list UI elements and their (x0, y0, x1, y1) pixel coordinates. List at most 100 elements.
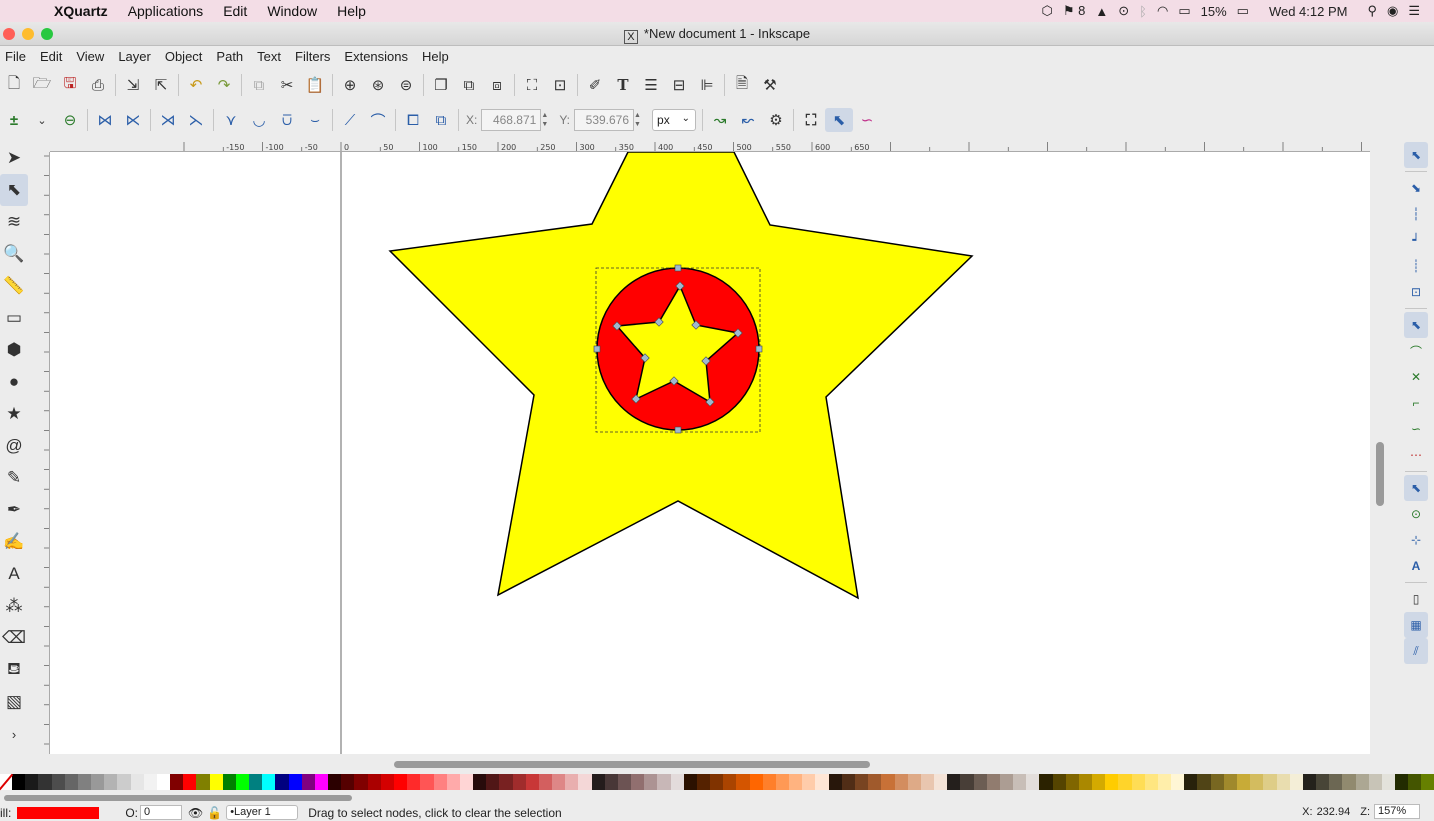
snap-cusp-nodes-icon[interactable]: ⌐ (1404, 390, 1428, 416)
palette-swatch[interactable] (578, 774, 592, 790)
circle-node[interactable] (755, 345, 763, 353)
palette-swatch[interactable] (644, 774, 658, 790)
x-stepper-icon[interactable]: ▲ ▼ (541, 111, 551, 129)
stroke-to-path-icon[interactable]: ⧉ (427, 108, 455, 132)
palette-swatch[interactable] (986, 774, 1000, 790)
palette-swatch[interactable] (775, 774, 790, 790)
palette-swatch[interactable] (841, 774, 855, 790)
layer-visibility-icon[interactable]: 👁 (188, 806, 203, 820)
palette-swatch[interactable] (552, 774, 566, 790)
zoom-tool-icon[interactable]: 🔍 (0, 238, 28, 270)
menu-file[interactable]: File (3, 49, 35, 64)
palette-swatch[interactable] (1263, 774, 1277, 790)
palette-swatch[interactable] (143, 774, 157, 790)
clock[interactable]: Wed 4:12 PM (1269, 4, 1348, 19)
document-properties-icon[interactable]: 🗎 (728, 73, 756, 97)
palette-swatch[interactable] (393, 774, 408, 790)
node-tool-icon[interactable]: ⬉ (0, 174, 28, 206)
insert-node-dropdown-icon[interactable]: ⌄ (28, 108, 56, 132)
palette-swatch[interactable] (802, 774, 816, 790)
palette-swatch[interactable] (301, 774, 315, 790)
spotlight-icon[interactable]: ⚲ (1367, 3, 1377, 19)
palette-swatch[interactable] (117, 774, 131, 790)
palette-swatch[interactable] (538, 774, 553, 790)
horizontal-scrollbar[interactable] (50, 757, 1370, 771)
menu-path[interactable]: Path (214, 49, 252, 64)
palette-swatch[interactable] (947, 774, 961, 790)
show-handles-icon[interactable]: ⬉ (825, 108, 854, 132)
y-stepper-icon[interactable]: ▲ ▼ (634, 111, 644, 129)
dropbox-icon[interactable]: ⬡ (1042, 3, 1053, 19)
ellipse-tool-icon[interactable]: ● (0, 366, 28, 398)
object-to-path-icon[interactable]: ⧠ (399, 108, 427, 132)
palette-swatch[interactable] (77, 774, 92, 790)
snap-smooth-nodes-icon[interactable]: ∽ (1404, 416, 1428, 442)
minimize-window-button[interactable] (22, 28, 34, 40)
palette-swatch[interactable] (1105, 774, 1119, 790)
unit-select[interactable]: px ⌄ (652, 109, 697, 131)
xml-editor-icon[interactable]: ✐ (581, 73, 609, 97)
palette-swatch[interactable] (631, 774, 645, 790)
siri-icon[interactable]: ◉ (1387, 3, 1398, 19)
text-font-icon[interactable]: T (609, 73, 637, 97)
palette-swatch[interactable] (710, 774, 724, 790)
palette-swatch[interactable] (973, 774, 987, 790)
snap-rotation-center-icon[interactable]: ⊹ (1404, 527, 1428, 553)
palette-swatch[interactable] (1039, 774, 1053, 790)
palette-swatch[interactable] (170, 774, 184, 790)
palette-swatch[interactable] (433, 774, 447, 790)
tweak-tool-icon[interactable]: ≋ (0, 206, 28, 238)
close-window-button[interactable] (3, 28, 15, 40)
palette-swatch[interactable] (670, 774, 684, 790)
copy-icon[interactable]: ⧉ (245, 73, 273, 97)
palette-swatch[interactable] (288, 774, 302, 790)
palette-swatch[interactable] (855, 774, 869, 790)
cusp-node-icon[interactable]: ⋎ (217, 108, 245, 132)
palette-swatch[interactable] (881, 774, 895, 790)
delete-segment-icon[interactable]: ⋋ (182, 108, 210, 132)
menu-applications[interactable]: Applications (118, 3, 214, 19)
palette-swatch[interactable] (512, 774, 526, 790)
palette-swatch[interactable] (1026, 774, 1040, 790)
vertical-scroll-thumb[interactable] (1376, 442, 1384, 506)
vertical-ruler[interactable] (32, 152, 50, 754)
palette-scroll-thumb[interactable] (4, 795, 352, 801)
palette-swatch[interactable] (341, 774, 355, 790)
print-icon[interactable]: ⎙ (84, 73, 112, 97)
3d-box-tool-icon[interactable]: ⬢ (0, 334, 28, 366)
palette-swatch[interactable] (486, 774, 500, 790)
palette-swatch[interactable] (354, 774, 368, 790)
palette-swatch[interactable] (130, 774, 144, 790)
join-nodes-icon[interactable]: ⋈ (91, 108, 119, 132)
drawing-canvas[interactable] (50, 152, 1370, 754)
palette-swatch[interactable] (235, 774, 250, 790)
notification-icon[interactable]: ⚑ 8 (1063, 3, 1086, 19)
palette-swatch[interactable] (894, 774, 908, 790)
palette-swatch[interactable] (380, 774, 394, 790)
palette-swatch[interactable] (920, 774, 935, 790)
palette-swatch[interactable] (1236, 774, 1251, 790)
palette-swatch[interactable] (473, 774, 487, 790)
creative-cloud-icon[interactable]: ⊙ (1118, 3, 1129, 19)
zoom-window-button[interactable] (41, 28, 53, 40)
palette-swatch[interactable] (1197, 774, 1211, 790)
palette-scrollbar[interactable] (0, 792, 1434, 802)
horizontal-ruler[interactable]: -150 -100 -50 0 50 100 150 200 250 300 350 400 450 50… (50, 142, 1370, 152)
palette-swatch[interactable] (960, 774, 974, 790)
palette-swatch[interactable] (565, 774, 579, 790)
palette-swatch[interactable] (262, 774, 276, 790)
palette-swatch[interactable] (696, 774, 711, 790)
palette-swatch[interactable] (1157, 774, 1172, 790)
snap-nodes-icon[interactable]: ⬉ (1404, 312, 1428, 338)
menu-help[interactable]: Help (420, 49, 458, 64)
palette-swatch[interactable] (367, 774, 381, 790)
wifi-icon[interactable]: ◠ (1157, 3, 1168, 19)
palette-swatch[interactable] (91, 774, 105, 790)
calligraphy-tool-icon[interactable]: ✍ (0, 526, 28, 558)
menu-text[interactable]: Text (255, 49, 290, 64)
palette-swatch[interactable] (104, 774, 118, 790)
snap-line-midpoints-icon[interactable]: ⋯ (1404, 442, 1428, 468)
break-path-icon[interactable]: ⋉ (119, 108, 147, 132)
zoom-input[interactable]: 157% (1374, 804, 1420, 819)
app-name-menu[interactable]: XQuartz (44, 3, 118, 19)
